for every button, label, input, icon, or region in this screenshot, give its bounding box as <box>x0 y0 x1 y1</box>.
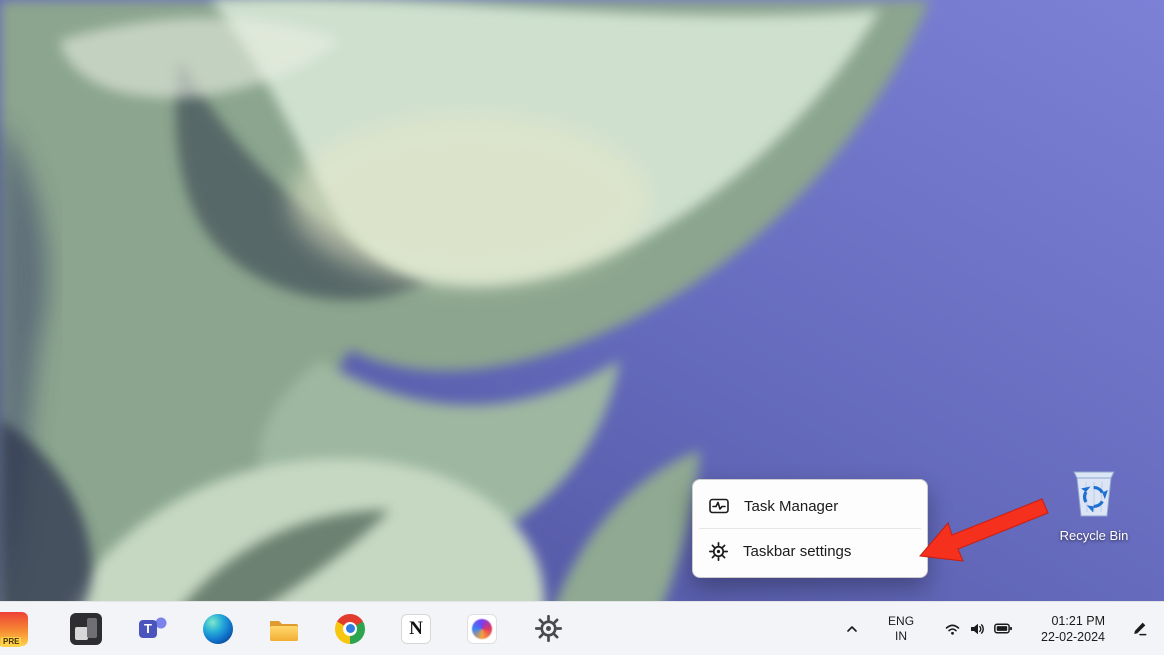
menu-item-label: Taskbar settings <box>743 543 851 560</box>
taskbar-app-icons: PRE T <box>0 602 568 655</box>
task-manager-icon <box>709 498 729 514</box>
speaker-icon <box>969 621 986 637</box>
taskbar-app-teams[interactable]: T <box>132 609 172 649</box>
edge-icon <box>203 614 233 644</box>
colorful-app-icon <box>467 614 497 644</box>
taskbar-app-dark-window[interactable] <box>66 609 106 649</box>
battery-icon <box>994 622 1013 635</box>
menu-item-taskbar-settings[interactable]: Taskbar settings <box>697 529 923 573</box>
taskbar-app-chrome[interactable] <box>330 609 370 649</box>
language-indicator[interactable]: ENG IN <box>880 610 922 648</box>
gear-icon <box>709 542 728 561</box>
dark-window-icon <box>70 613 102 645</box>
pen-tray-button[interactable] <box>1125 614 1154 643</box>
taskbar-app-notion[interactable]: N <box>396 609 436 649</box>
recycle-bin[interactable]: Recycle Bin <box>1052 460 1136 543</box>
desktop: Recycle Bin Task Manager <box>0 0 1164 655</box>
file-explorer-icon <box>268 615 300 643</box>
tray-date: 22-02-2024 <box>1041 629 1105 645</box>
pre-badge: PRE <box>1 637 21 647</box>
wifi-icon <box>944 621 961 637</box>
pen-icon <box>1131 620 1148 637</box>
taskbar-app-settings[interactable] <box>528 609 568 649</box>
menu-item-task-manager[interactable]: Task Manager <box>697 484 923 528</box>
tray-time: 01:21 PM <box>1041 613 1105 629</box>
language-line2: IN <box>888 629 914 644</box>
settings-gear-icon <box>535 615 562 642</box>
taskbar-app-colorful[interactable] <box>462 609 502 649</box>
language-line1: ENG <box>888 614 914 629</box>
chevron-up-icon <box>844 621 860 637</box>
taskbar-app-file-explorer[interactable] <box>264 609 304 649</box>
taskbar-app-edge[interactable] <box>198 609 238 649</box>
teams-icon: T <box>135 612 169 646</box>
system-tray: ENG IN <box>838 602 1164 655</box>
network-volume-battery-button[interactable] <box>936 613 1021 645</box>
wallpaper <box>0 0 1164 655</box>
recycle-bin-icon <box>1066 460 1122 522</box>
taskbar: PRE T <box>0 601 1164 655</box>
recycle-bin-label: Recycle Bin <box>1052 528 1136 543</box>
notion-icon: N <box>401 614 431 644</box>
clock-tray-button[interactable]: 01:21 PM 22-02-2024 <box>1035 609 1111 649</box>
taskbar-context-menu: Task Manager Taskbar settings <box>692 479 928 578</box>
chrome-icon <box>335 614 365 644</box>
menu-item-label: Task Manager <box>744 498 838 515</box>
tray-hidden-icons-button[interactable] <box>838 615 866 643</box>
taskbar-app-premiere[interactable]: PRE <box>0 609 40 649</box>
